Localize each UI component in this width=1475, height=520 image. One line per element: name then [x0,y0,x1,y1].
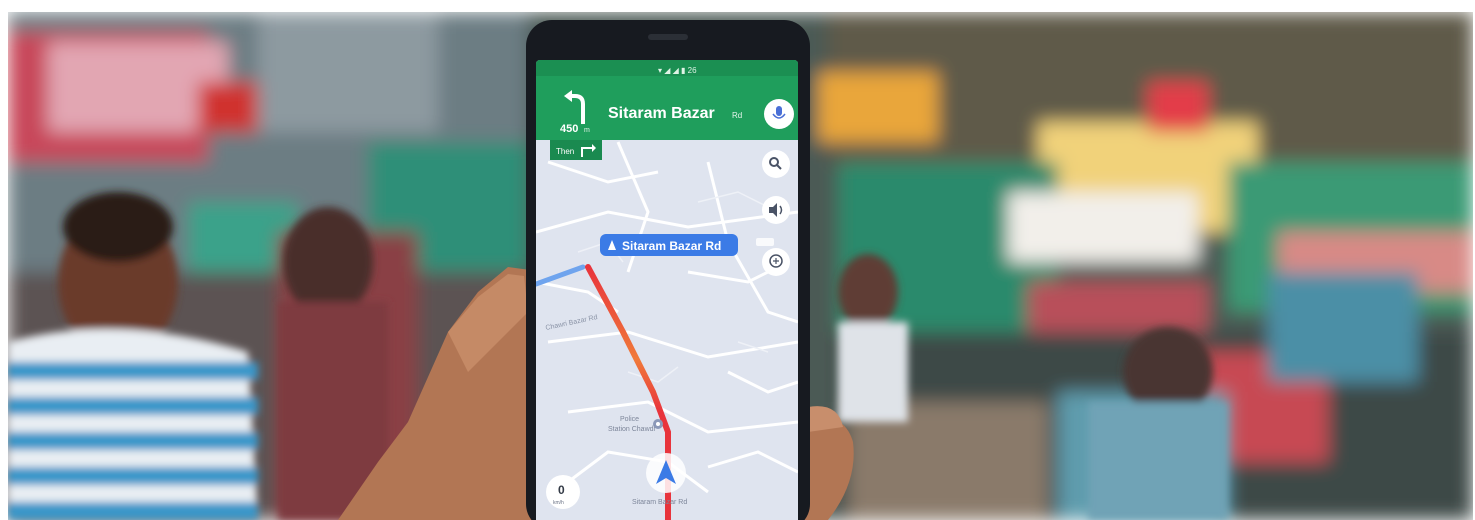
street-photo: Chawri Bazar Rd Police Station Chawdi Si… [8,12,1473,520]
then-chip: Then [550,140,602,160]
mic-button[interactable] [764,99,794,129]
route-label-chip: Sitaram Bazar Rd [600,234,738,256]
route-label-text: Sitaram Bazar Rd [622,239,721,253]
report-button[interactable] [762,248,790,276]
map-label-poi-line1: Police [620,416,639,423]
nav-street-suffix: Rd [732,111,742,120]
map-label-bottom-road: Sitaram Bazar Rd [632,499,687,506]
search-button[interactable] [762,150,790,178]
nav-distance-unit: m [584,127,590,134]
map-label-poi-line2: Station Chawdi [608,426,656,433]
phone-screen: Chawri Bazar Rd Police Station Chawdi Si… [536,60,798,520]
svg-text:▾ ◢ ◢ ▮ 26: ▾ ◢ ◢ ▮ 26 [658,66,697,75]
nav-header: ▾ ◢ ◢ ▮ 26 450 m Sitaram Bazar Rd [536,60,798,140]
nav-arrow-icon [646,453,686,493]
speedometer: 0 km/h [546,475,580,509]
nav-distance: 450 [560,123,578,135]
speed-unit: km/h [553,500,564,506]
photo-scene: Chawri Bazar Rd Police Station Chawdi Si… [8,12,1473,520]
phone-speaker [648,34,688,40]
nav-street: Sitaram Bazar [608,105,715,122]
then-label: Then [556,147,574,156]
sound-button[interactable] [762,196,790,224]
speed-value: 0 [558,483,565,497]
